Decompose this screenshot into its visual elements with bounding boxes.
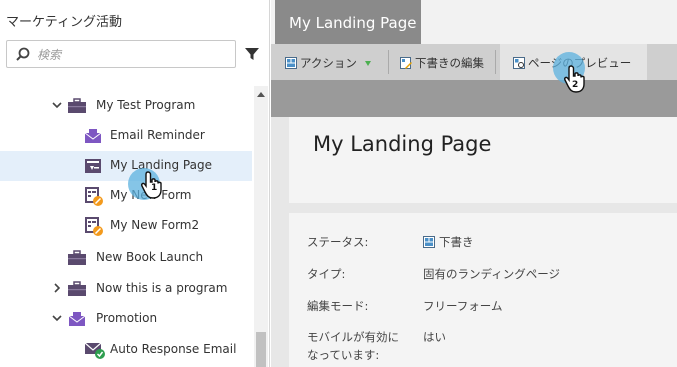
tree-item-my-new-form2[interactable]: My New Form2 bbox=[0, 211, 252, 241]
landing-page-detail: My Landing Page アクション 下書きの編集 ページのプレビュー bbox=[271, 0, 677, 367]
edit-draft-icon bbox=[400, 57, 412, 69]
tree-item-label: Email Reminder bbox=[110, 128, 205, 142]
program-briefcase-icon bbox=[68, 250, 86, 265]
scroll-up-icon[interactable] bbox=[257, 92, 265, 97]
page-title: My Landing Page bbox=[313, 132, 492, 156]
chevron-down-icon[interactable] bbox=[52, 313, 62, 323]
chevron-down-icon[interactable] bbox=[52, 100, 62, 110]
program-briefcase-icon bbox=[68, 98, 86, 113]
chevron-right-icon[interactable] bbox=[52, 283, 62, 293]
tree-item-label: Auto Response Email bbox=[110, 342, 237, 356]
tab-my-landing-page[interactable]: My Landing Page bbox=[275, 0, 421, 44]
marketing-activities-panel: マーケティング活動 検索 My Test Program Email Remin… bbox=[0, 0, 270, 367]
edit-draft-button[interactable]: 下書きの編集 bbox=[400, 44, 484, 80]
edit-mode-label: 編集モード: bbox=[307, 299, 369, 313]
tree-item-label: New Book Launch bbox=[96, 250, 204, 264]
toolbar-divider bbox=[388, 50, 389, 74]
form-draft-icon bbox=[85, 187, 103, 206]
header-band bbox=[271, 80, 677, 117]
form-draft-icon bbox=[85, 217, 103, 236]
email-icon bbox=[84, 129, 102, 143]
tree-item-email-reminder[interactable]: Email Reminder bbox=[0, 121, 252, 151]
search-placeholder: 検索 bbox=[37, 48, 62, 62]
tab-strip: My Landing Page bbox=[271, 0, 677, 44]
landing-page-icon bbox=[85, 159, 101, 173]
toolbar-divider bbox=[495, 50, 496, 74]
dropdown-arrow-icon bbox=[364, 61, 371, 66]
edit-draft-label: 下書きの編集 bbox=[415, 56, 484, 70]
tree-item-label: My Test Program bbox=[96, 98, 196, 112]
title-card: My Landing Page bbox=[289, 117, 677, 203]
step-number: 2 bbox=[572, 80, 579, 90]
email-program-icon bbox=[68, 312, 86, 326]
landing-page-icon bbox=[285, 57, 297, 69]
tree-item-now-this-is-a-program[interactable]: Now this is a program bbox=[0, 274, 252, 304]
actions-button[interactable]: アクション bbox=[285, 44, 371, 80]
tree-item-label: Promotion bbox=[96, 311, 158, 325]
tree-scrollbar[interactable] bbox=[254, 86, 268, 367]
tree-item-my-landing-page[interactable]: My Landing Page bbox=[0, 151, 252, 181]
search-icon bbox=[16, 47, 30, 61]
panel-title: マーケティング活動 bbox=[6, 15, 122, 30]
tree-item-label: Now this is a program bbox=[96, 281, 228, 295]
edit-mode-value: フリーフォーム bbox=[423, 299, 503, 313]
mobile-enabled-label-line2: なっています: bbox=[307, 348, 380, 362]
draft-status-icon bbox=[423, 236, 435, 248]
step-number: 1 bbox=[151, 183, 158, 193]
status-value: 下書き bbox=[423, 234, 474, 250]
tree-item-auto-response-email[interactable]: Auto Response Email bbox=[0, 335, 252, 365]
tree-item-promotion[interactable]: Promotion bbox=[0, 304, 252, 334]
status-label: ステータス: bbox=[307, 235, 369, 249]
actions-label: アクション bbox=[300, 56, 357, 70]
tree-item-new-book-launch[interactable]: New Book Launch bbox=[0, 243, 252, 273]
type-label: タイプ: bbox=[307, 267, 346, 281]
tree-view: My Test Program Email Reminder My Landin… bbox=[0, 86, 270, 367]
tree-item-my-new-form[interactable]: My New Form bbox=[0, 181, 252, 211]
program-briefcase-icon bbox=[68, 281, 86, 296]
mobile-enabled-value: はい bbox=[423, 330, 446, 344]
search-input[interactable]: 検索 bbox=[6, 40, 236, 68]
mobile-enabled-label: モバイルが有効に bbox=[307, 330, 399, 344]
status-text: 下書き bbox=[439, 235, 474, 249]
tree-item-my-test-program[interactable]: My Test Program bbox=[0, 91, 252, 121]
toolbar: アクション 下書きの編集 ページのプレビュー bbox=[271, 44, 677, 80]
email-approved-icon bbox=[84, 342, 105, 359]
preview-page-icon bbox=[513, 57, 525, 69]
tree-item-label: My New Form2 bbox=[110, 218, 200, 232]
filter-icon[interactable] bbox=[244, 46, 260, 62]
properties-card: ステータス: 下書き タイプ: 固有のランディングページ 編集モード: フリーフ… bbox=[289, 213, 677, 367]
scrollbar-thumb[interactable] bbox=[256, 332, 266, 367]
type-value: 固有のランディングページ bbox=[423, 267, 560, 281]
